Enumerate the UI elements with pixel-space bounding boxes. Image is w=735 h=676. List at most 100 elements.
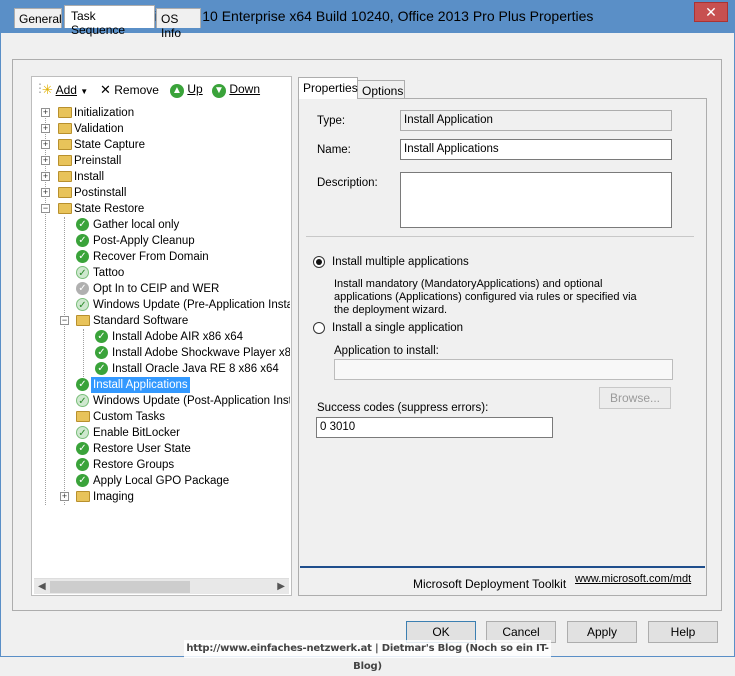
add-button[interactable]: ✳ Add ▼ [42, 82, 88, 98]
folder-icon [76, 411, 90, 422]
scrollbar-thumb[interactable] [50, 581, 190, 593]
check-icon: ✓ [76, 394, 89, 407]
check-icon: ✓ [76, 218, 89, 231]
mdt-link[interactable]: www.microsoft.com/mdt [575, 573, 691, 585]
tree-node[interactable]: − Standard Software [60, 313, 286, 329]
dropdown-arrow-icon: ▼ [80, 87, 89, 96]
check-icon: ✓ [76, 234, 89, 247]
folder-icon [58, 171, 72, 182]
tree-node-label: Install Adobe Shockwave Player x86. [112, 347, 290, 359]
tree-node[interactable]: ✓ Install Oracle Java RE 8 x86 x64 [95, 361, 290, 377]
tree-node[interactable]: + Validation [41, 121, 281, 137]
check-icon: ✓ [76, 378, 89, 391]
tree-node[interactable]: ✓ Tattoo [76, 265, 286, 281]
tree-node-label: Install Adobe AIR x86 x64 [112, 331, 244, 343]
tree-node[interactable]: + Initialization [41, 105, 281, 121]
install-multiple-radio[interactable] [313, 256, 325, 268]
up-button[interactable]: ▲ Up [170, 82, 203, 98]
application-to-install-field [334, 359, 673, 380]
remove-label: Remove [114, 83, 159, 97]
tree-node[interactable]: ✓ Enable BitLocker [76, 425, 286, 441]
tab-properties[interactable]: Properties [298, 77, 358, 99]
tree-node[interactable]: ✓ Restore Groups [76, 457, 286, 473]
tree-node[interactable]: ✓ Install Adobe Shockwave Player x86. [95, 345, 290, 361]
tab-os-info[interactable]: OS Info [156, 8, 201, 40]
remove-button[interactable]: ✕ Remove [100, 82, 159, 98]
tree-node[interactable]: ✓ Recover From Domain [76, 249, 286, 265]
add-icon: ✳ [42, 82, 53, 97]
tree-node[interactable]: ✓ Windows Update (Post-Application Insta… [76, 393, 290, 409]
add-label: Add [55, 83, 77, 97]
expand-icon[interactable]: + [41, 124, 50, 133]
tree-node-label: Standard Software [93, 315, 189, 327]
name-input[interactable]: Install Applications [400, 139, 672, 160]
application-to-install-label: Application to install: [334, 345, 439, 357]
folder-icon [58, 123, 72, 134]
scroll-right-icon[interactable]: ▶ [277, 581, 285, 592]
expand-icon[interactable]: + [41, 172, 50, 181]
tree-node-label: Custom Tasks [93, 411, 166, 423]
success-codes-input[interactable]: 0 3010 [316, 417, 553, 438]
expand-icon[interactable]: + [60, 492, 69, 501]
check-icon: ✓ [95, 330, 108, 343]
tree-node-label: Install Oracle Java RE 8 x86 x64 [112, 363, 279, 375]
folder-icon [58, 139, 72, 150]
tree-node[interactable]: ✓ Windows Update (Pre-Application Instal… [76, 297, 290, 313]
tree-node-label: Apply Local GPO Package [93, 475, 230, 487]
expand-icon[interactable]: + [41, 156, 50, 165]
tree-node[interactable]: + Imaging [60, 489, 286, 505]
install-multiple-label[interactable]: Install multiple applications [332, 256, 469, 268]
check-icon: ✓ [76, 442, 89, 455]
tree-node[interactable]: ✓ Restore User State [76, 441, 286, 457]
tree-node[interactable]: ✓ Install Adobe AIR x86 x64 [95, 329, 290, 345]
type-label: Type: [317, 115, 346, 127]
task-sequence-tree[interactable]: + Initialization + Validation + State Ca… [32, 105, 290, 577]
collapse-icon[interactable]: − [60, 316, 69, 325]
tree-node-label: Restore Groups [93, 459, 175, 471]
tree-node[interactable]: Custom Tasks [76, 409, 286, 425]
down-button[interactable]: ▼ Down [212, 82, 260, 98]
tree-node[interactable]: ✓ Apply Local GPO Package [76, 473, 286, 489]
tree-node[interactable]: + State Capture [41, 137, 281, 153]
help-button[interactable]: Help [648, 621, 718, 643]
tree-horizontal-scrollbar[interactable]: ◀ ▶ [34, 578, 289, 594]
tab-options[interactable]: Options [357, 80, 405, 99]
browse-button: Browse... [599, 387, 671, 409]
folder-icon [58, 107, 72, 118]
tree-node-label: Imaging [93, 491, 134, 503]
tree-node-label: Post-Apply Cleanup [93, 235, 195, 247]
tree-node[interactable]: ✓ Post-Apply Cleanup [76, 233, 286, 249]
tree-node-selected[interactable]: ✓ Install Applications [76, 377, 286, 393]
expand-icon[interactable]: + [41, 188, 50, 197]
type-field: Install Application [400, 110, 672, 131]
tree-node[interactable]: + Install [41, 169, 281, 185]
apply-button[interactable]: Apply [567, 621, 637, 643]
tree-node-label: State Capture [74, 139, 145, 151]
tree-node-label: Tattoo [93, 267, 125, 279]
tree-node-label-selected: Install Applications [91, 377, 190, 393]
tree-node-label: Preinstall [74, 155, 122, 167]
tree-node[interactable]: ✓ Gather local only [76, 217, 286, 233]
tree-node[interactable]: ✓ Opt In to CEIP and WER [76, 281, 286, 297]
description-label: Description: [317, 177, 378, 189]
tree-node-label: State Restore [74, 203, 145, 215]
scroll-left-icon[interactable]: ◀ [38, 581, 46, 592]
properties-window: Windows 10 Enterprise x64 Build 10240, O… [0, 0, 735, 672]
collapse-icon[interactable]: − [41, 204, 50, 213]
install-single-radio[interactable] [313, 322, 325, 334]
check-icon: ✓ [76, 298, 89, 311]
expand-icon[interactable]: + [41, 108, 50, 117]
tree-node-label: Validation [74, 123, 124, 135]
expand-icon[interactable]: + [41, 140, 50, 149]
tree-node[interactable]: − State Restore [41, 201, 281, 217]
install-single-label[interactable]: Install a single application [332, 322, 463, 334]
folder-icon [58, 155, 72, 166]
mdt-footer: Microsoft Deployment Toolkit www.microso… [300, 566, 705, 594]
tab-task-sequence[interactable]: Task Sequence [64, 5, 155, 37]
close-button[interactable]: ✕ [694, 2, 728, 22]
tree-node[interactable]: + Preinstall [41, 153, 281, 169]
description-input[interactable] [400, 172, 672, 228]
tab-general[interactable]: General [14, 8, 62, 28]
tree-node[interactable]: + Postinstall [41, 185, 281, 201]
disabled-check-icon: ✓ [76, 282, 89, 295]
